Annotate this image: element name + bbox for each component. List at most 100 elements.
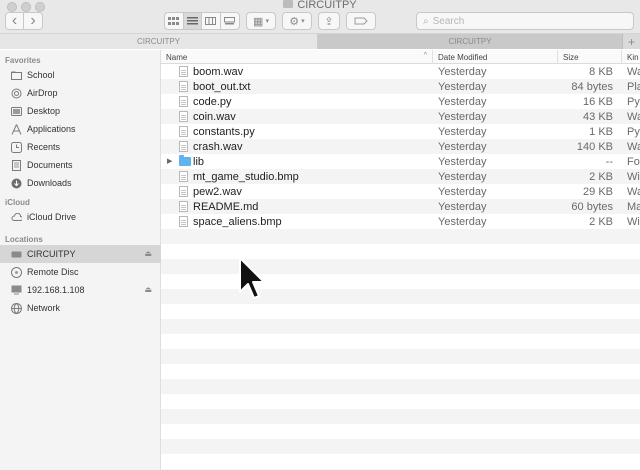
tab-circuitpy-1[interactable]: CIRCUITPY (0, 34, 318, 49)
group-by-button[interactable]: ▦ ▾ (246, 12, 276, 30)
file-date: Yesterday (438, 110, 487, 123)
empty-row (161, 424, 640, 439)
chevron-right-icon: › (30, 12, 36, 29)
file-date: Yesterday (438, 80, 487, 93)
table-row[interactable]: README.md Yesterday 60 bytes Ma (161, 199, 640, 214)
window-title: CIRCUITPY (0, 0, 640, 11)
sidebar-item-school[interactable]: School (0, 66, 161, 84)
sidebar-item-recents[interactable]: Recents (0, 138, 161, 156)
file-name: mt_game_studio.bmp (193, 170, 299, 183)
file-name: code.py (193, 95, 232, 108)
empty-row (161, 364, 640, 379)
downloads-icon (11, 178, 22, 189)
file-name: boot_out.txt (193, 80, 251, 93)
file-kind: Wa (627, 110, 640, 123)
audio-file-icon (179, 141, 188, 152)
sidebar-item-airdrop[interactable]: AirDrop (0, 84, 161, 102)
view-mode-control (164, 12, 240, 30)
sidebar-item-desktop[interactable]: Desktop (0, 102, 161, 120)
table-row[interactable]: space_aliens.bmp Yesterday 2 KB Wi (161, 214, 640, 229)
sidebar-item-applications[interactable]: Applications (0, 120, 161, 138)
column-kind-label: Kin (627, 52, 639, 62)
icon-view-button[interactable] (165, 13, 184, 29)
search-input[interactable] (432, 15, 613, 27)
tags-button[interactable] (346, 12, 376, 30)
file-kind: Fo (627, 155, 640, 168)
share-button[interactable]: ⇪ (318, 12, 340, 30)
sidebar-item-downloads[interactable]: Downloads (0, 174, 161, 192)
gear-icon: ⚙ (289, 15, 300, 28)
audio-file-icon (179, 66, 188, 77)
tab-label: CIRCUITPY (448, 37, 492, 46)
empty-row (161, 229, 640, 244)
sidebar-item-icloud-drive[interactable]: iCloud Drive (0, 208, 161, 226)
column-view-button[interactable] (202, 13, 221, 29)
file-date: Yesterday (438, 170, 487, 183)
sidebar-item-remote-disc[interactable]: Remote Disc (0, 263, 161, 281)
cloud-icon (11, 212, 22, 223)
sidebar-item-192-168-1-108[interactable]: 192.168.1.108 ⏏ (0, 281, 161, 299)
back-button[interactable]: ‹ (6, 13, 25, 29)
action-button[interactable]: ⚙ ▾ (282, 12, 312, 30)
search-field[interactable]: ⌕ (416, 12, 634, 30)
window-title-text: CIRCUITPY (297, 0, 357, 11)
grid-icon: ▦ (253, 15, 264, 28)
column-header-size[interactable]: Size (558, 50, 622, 64)
empty-row (161, 244, 640, 259)
list-view-icon (186, 17, 198, 25)
file-size: 16 KB (583, 95, 613, 108)
audio-file-icon (179, 186, 188, 197)
file-date: Yesterday (438, 125, 487, 138)
list-view-button[interactable] (183, 13, 202, 29)
table-row[interactable]: pew2.wav Yesterday 29 KB Wa (161, 184, 640, 199)
file-kind: Py (627, 95, 640, 108)
new-tab-button[interactable]: + (622, 34, 640, 49)
file-kind: Wa (627, 185, 640, 198)
sidebar-item-label: 192.168.1.108 (27, 285, 85, 295)
display-icon (11, 285, 22, 296)
recents-icon (11, 141, 22, 153)
file-size: 1 KB (589, 125, 613, 138)
column-header-name[interactable]: Name ^ (161, 50, 433, 64)
sidebar-item-documents[interactable]: Documents (0, 156, 161, 174)
sidebar-item-label: Network (27, 303, 61, 313)
chevron-down-icon: ▾ (301, 18, 305, 25)
empty-row (161, 379, 640, 394)
empty-row (161, 304, 640, 319)
title-bar: CIRCUITPY ‹ › ▦ ▾ ⚙ ▾ ⇪ ⌕ (0, 0, 640, 34)
empty-row (161, 394, 640, 409)
text-file-icon (179, 81, 188, 92)
table-row[interactable]: coin.wav Yesterday 43 KB Wa (161, 109, 640, 124)
sidebar-item-network[interactable]: Network (0, 299, 161, 317)
image-file-icon (179, 216, 188, 227)
sidebar-item-label: Remote Disc (27, 267, 79, 277)
table-row[interactable]: boom.wav Yesterday 8 KB Wa (161, 64, 640, 79)
file-date: Yesterday (438, 140, 487, 153)
table-row[interactable]: boot_out.txt Yesterday 84 bytes Pla (161, 79, 640, 94)
drive-icon (11, 249, 22, 260)
column-header-kind[interactable]: Kin (622, 50, 640, 64)
table-row[interactable]: mt_game_studio.bmp Yesterday 2 KB Wi (161, 169, 640, 184)
sort-ascending-icon: ^ (423, 52, 427, 59)
table-row[interactable]: ▶ lib Yesterday -- Fo (161, 154, 640, 169)
airdrop-icon (11, 88, 22, 99)
sidebar-heading-favorites: Favorites (5, 56, 41, 65)
sidebar-item-label: CIRCUITPY (27, 249, 76, 259)
sidebar-item-circuitpy[interactable]: CIRCUITPY ⏏ (0, 245, 161, 263)
column-header-date-modified[interactable]: Date Modified (433, 50, 558, 64)
chevron-down-icon: ▾ (265, 18, 269, 25)
eject-icon[interactable]: ⏏ (144, 249, 152, 258)
forward-button[interactable]: › (24, 13, 42, 29)
gallery-view-button[interactable] (221, 13, 239, 29)
file-name: pew2.wav (193, 185, 242, 198)
sidebar: Favorites School AirDrop Desktop Applica… (0, 50, 161, 470)
table-row[interactable]: code.py Yesterday 16 KB Py (161, 94, 640, 109)
table-row[interactable]: crash.wav Yesterday 140 KB Wa (161, 139, 640, 154)
column-name-label: Name (166, 52, 188, 62)
tab-circuitpy-2[interactable]: CIRCUITPY (318, 34, 622, 49)
file-date: Yesterday (438, 155, 487, 168)
table-row[interactable]: constants.py Yesterday 1 KB Py (161, 124, 640, 139)
file-rows: boom.wav Yesterday 8 KB Wa boot_out.txt … (161, 64, 640, 470)
eject-icon[interactable]: ⏏ (144, 285, 152, 294)
file-size: 29 KB (583, 185, 613, 198)
